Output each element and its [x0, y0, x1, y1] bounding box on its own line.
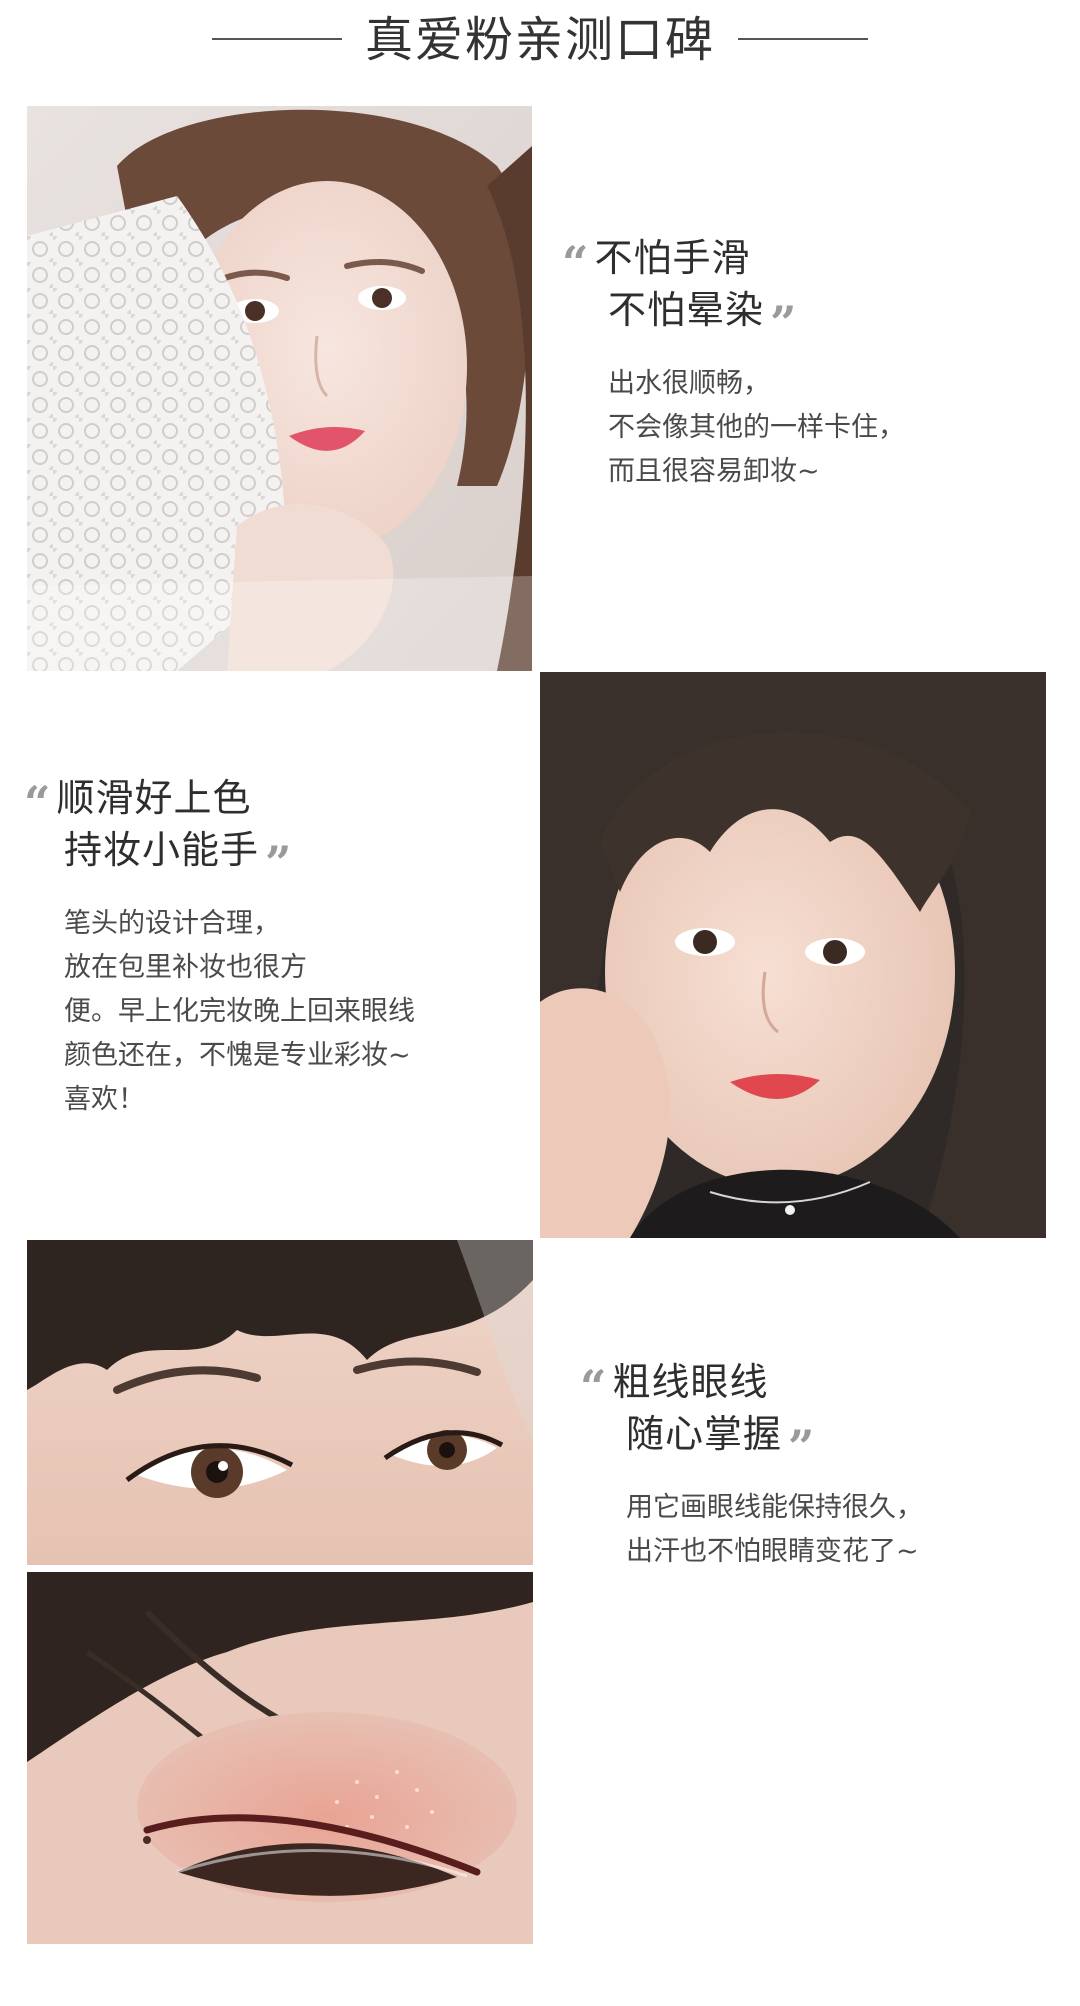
- review-3-body-line-1: 用它画眼线能保持很久，: [626, 1492, 923, 1523]
- review-1-body-line-3: 而且很容易卸妆~: [608, 456, 820, 487]
- review-2-body-line-4: 颜色还在，不愧是专业彩妆~: [64, 1040, 411, 1071]
- review-block-2: “顺滑好上色 持妆小能手” 笔头的设计合理， 放在包里补妆也很方 便。早上化完妆…: [24, 772, 524, 1122]
- eye-closeup-photo-icon: [27, 1240, 533, 1565]
- header-rule-left: [212, 38, 342, 40]
- review-2-headline: “顺滑好上色 持妆小能手”: [24, 772, 524, 890]
- open-quote-icon: “: [24, 776, 51, 830]
- review-1-headline-line-1: 不怕手滑: [594, 236, 751, 280]
- portrait-photo-bangs-icon: [540, 672, 1046, 1238]
- review-block-1: “不怕手滑 不怕晕染” 出水很顺畅， 不会像其他的一样卡住， 而且很容易卸妆~: [562, 232, 1052, 494]
- review-3-body: 用它画眼线能保持很久， 出汗也不怕眼睛变花了~: [580, 1486, 1060, 1574]
- review-2-body-line-2: 放在包里补妆也很方: [64, 952, 307, 983]
- eyeliner-closeup-photo-icon: [27, 1572, 533, 1944]
- review-photo-1: [27, 106, 532, 671]
- review-2-headline-line-1: 顺滑好上色: [56, 776, 252, 820]
- review-3-headline-line-1: 粗线眼线: [612, 1360, 769, 1404]
- review-1-headline-line-2: 不怕晕染: [608, 288, 765, 332]
- review-2-body-line-5: 喜欢！: [64, 1084, 145, 1115]
- close-quote-icon: ”: [265, 836, 292, 890]
- review-3-headline: “粗线眼线 随心掌握”: [580, 1356, 1060, 1474]
- review-1-body: 出水很顺畅， 不会像其他的一样卡住， 而且很容易卸妆~: [562, 362, 1052, 494]
- review-3-body-line-2: 出汗也不怕眼睛变花了~: [626, 1536, 919, 1567]
- page-title: 真爱粉亲测口碑: [364, 12, 715, 68]
- review-2-headline-line-2: 持妆小能手: [64, 828, 260, 872]
- review-3-headline-line-2: 随心掌握: [626, 1412, 783, 1456]
- review-block-3: “粗线眼线 随心掌握” 用它画眼线能保持很久， 出汗也不怕眼睛变花了~: [580, 1356, 1060, 1574]
- section-header: 真爱粉亲测口碑: [0, 0, 1080, 80]
- review-photo-3: [27, 1240, 533, 1565]
- portrait-photo-lace-top-icon: [27, 106, 532, 671]
- open-quote-icon: “: [580, 1360, 607, 1414]
- review-photo-2: [540, 672, 1046, 1238]
- review-2-body: 笔头的设计合理， 放在包里补妆也很方 便。早上化完妆晚上回来眼线 颜色还在，不愧…: [24, 902, 524, 1122]
- review-2-body-line-3: 便。早上化完妆晚上回来眼线: [64, 996, 415, 1027]
- header-rule-right: [738, 38, 868, 40]
- review-photo-4: [27, 1572, 533, 1944]
- close-quote-icon: ”: [788, 1420, 815, 1474]
- review-2-body-line-1: 笔头的设计合理，: [64, 908, 280, 939]
- close-quote-icon: ”: [770, 296, 797, 350]
- review-1-body-line-1: 出水很顺畅，: [608, 368, 770, 399]
- open-quote-icon: “: [562, 236, 589, 290]
- review-1-body-line-2: 不会像其他的一样卡住，: [608, 412, 905, 443]
- review-1-headline: “不怕手滑 不怕晕染”: [562, 232, 1052, 350]
